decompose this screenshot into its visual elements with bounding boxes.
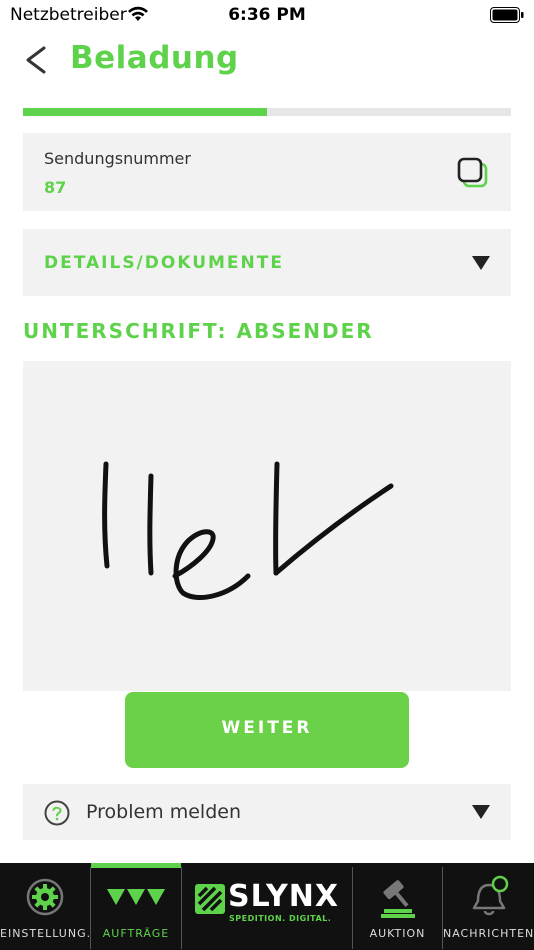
chevron-down-icon xyxy=(472,805,490,819)
details-label: DETAILS/DOKUMENTE xyxy=(44,253,284,273)
details-dropdown[interactable]: DETAILS/DOKUMENTE xyxy=(23,229,511,296)
shipment-card: Sendungsnummer 87 xyxy=(23,133,511,211)
copy-icon[interactable] xyxy=(455,155,491,191)
orders-icon xyxy=(107,889,165,905)
signature-title: UNTERSCHRIFT: ABSENDER xyxy=(23,319,374,343)
back-button[interactable] xyxy=(20,42,54,78)
gavel-icon xyxy=(380,880,415,918)
bell-icon xyxy=(472,875,508,916)
chevron-down-icon xyxy=(472,256,490,270)
page-title: Beladung xyxy=(70,40,239,76)
slynx-wordmark: SLYNX xyxy=(228,879,340,914)
shipment-value: 87 xyxy=(44,178,67,197)
tab-label: NACHRICHTEN xyxy=(443,927,534,940)
progress-bar xyxy=(23,108,511,116)
tab-orders[interactable]: AUFTRÄGE xyxy=(91,863,181,950)
tab-label: EINSTELLUNG... xyxy=(0,927,90,940)
continue-label: WEITER xyxy=(221,718,313,738)
slynx-logo-icon xyxy=(195,884,225,914)
tab-label: AUFTRÄGE xyxy=(102,927,170,940)
shipment-label: Sendungsnummer xyxy=(44,149,191,168)
question-circle-icon xyxy=(44,800,70,826)
tab-settings[interactable]: EINSTELLUNG... xyxy=(0,863,90,950)
continue-button[interactable]: WEITER xyxy=(125,692,409,768)
clock: 6:36 PM xyxy=(228,5,306,25)
gear-icon xyxy=(26,878,64,916)
progress-fill xyxy=(23,108,267,116)
tab-label: AUKTION xyxy=(369,927,426,940)
tab-auction[interactable]: AUKTION xyxy=(353,863,442,950)
tab-bar: EINSTELLUNG... AUFTRÄGE SLYNX SPEDITION.… xyxy=(0,863,534,950)
report-problem-dropdown[interactable]: Problem melden xyxy=(23,784,511,840)
signature-pad[interactable] xyxy=(23,361,511,691)
battery-icon xyxy=(490,7,524,23)
status-bar: Netzbetreiber 6:36 PM xyxy=(0,0,534,30)
tab-messages[interactable]: NACHRICHTEN xyxy=(443,863,534,950)
active-tab-indicator xyxy=(91,863,181,868)
signature-drawing xyxy=(102,461,394,600)
slynx-tagline: SPEDITION. DIGITAL. xyxy=(229,914,332,923)
slynx-logo-tab[interactable]: SLYNX SPEDITION. DIGITAL. xyxy=(182,863,352,950)
problem-label: Problem melden xyxy=(86,801,241,823)
